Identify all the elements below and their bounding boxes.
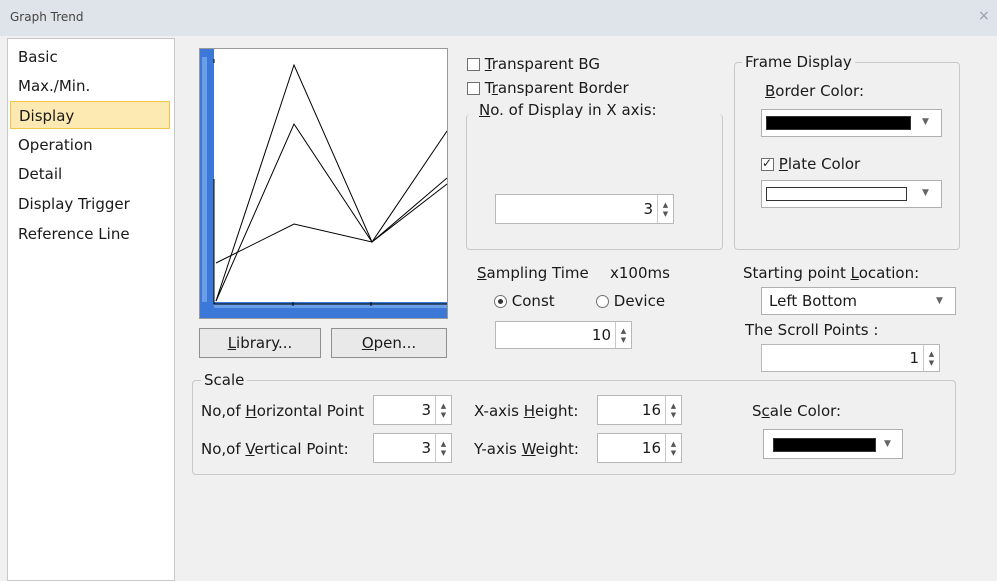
- sidebar-item-max-min[interactable]: Max./Min.: [10, 72, 170, 100]
- window-title: Graph Trend: [10, 10, 84, 24]
- sampling-unit: x100ms: [610, 264, 670, 282]
- sampling-device-option[interactable]: Device: [596, 292, 665, 310]
- spin-arrows-icon[interactable]: ▲ ▼: [435, 396, 451, 424]
- y-axis-weight-label: Y-axis Weight:: [474, 440, 579, 458]
- sidebar: Basic Max./Min. Display Operation Detail…: [7, 38, 175, 581]
- scroll-points-spinner[interactable]: 1 ▲ ▼: [761, 344, 940, 372]
- y-axis-weight-spinner[interactable]: 16 ▲ ▼: [597, 433, 682, 463]
- border-color-label: Border Color:: [765, 82, 865, 100]
- spin-arrows-icon[interactable]: ▲ ▼: [615, 322, 631, 348]
- sampling-time-value: 10: [591, 326, 611, 344]
- x-axis-height-spinner[interactable]: 16 ▲ ▼: [597, 395, 682, 425]
- x-axis-display-label: No. of Display in X axis:: [479, 101, 657, 119]
- title-bar: [0, 0, 997, 36]
- frame-display-legend: Frame Display: [742, 53, 855, 71]
- starting-point-select[interactable]: Left Bottom ▼: [761, 287, 956, 315]
- trend-preview: [199, 48, 448, 319]
- vertical-point-spinner[interactable]: 3 ▲ ▼: [373, 433, 452, 463]
- sidebar-item-basic[interactable]: Basic: [10, 43, 170, 71]
- y-axis-weight-value: 16: [641, 439, 661, 457]
- spin-arrows-icon[interactable]: ▲ ▼: [435, 434, 451, 462]
- sampling-const-option[interactable]: Const: [494, 292, 555, 310]
- spin-arrows-icon[interactable]: ▲ ▼: [657, 195, 673, 223]
- plate-color-picker[interactable]: ▼: [761, 180, 942, 208]
- library-button[interactable]: Library...: [199, 328, 321, 358]
- scale-color-picker[interactable]: ▼: [763, 429, 903, 459]
- sampling-time-label: Sampling Time: [477, 264, 589, 282]
- transparent-border-checkbox[interactable]: [467, 82, 480, 95]
- scale-legend: Scale: [201, 371, 248, 389]
- x-axis-height-label: X-axis Height:: [474, 402, 579, 420]
- plate-color-option[interactable]: Plate Color: [761, 155, 860, 173]
- spin-arrows-icon[interactable]: ▲ ▼: [923, 345, 939, 371]
- chevron-down-icon[interactable]: ▼: [884, 439, 891, 449]
- sidebar-item-display-trigger[interactable]: Display Trigger: [10, 190, 170, 218]
- scale-color-label: Scale Color:: [752, 402, 842, 420]
- plate-color-swatch: [766, 187, 907, 201]
- sampling-time-spinner[interactable]: 10 ▲ ▼: [495, 321, 632, 349]
- starting-point-label: Starting point Location:: [743, 264, 920, 282]
- x-axis-height-value: 16: [641, 401, 661, 419]
- scale-group: [192, 380, 956, 475]
- horizontal-point-value: 3: [421, 401, 431, 419]
- transparent-bg-option[interactable]: Transparent BG: [467, 55, 600, 73]
- horizontal-point-spinner[interactable]: 3 ▲ ▼: [373, 395, 452, 425]
- chevron-down-icon[interactable]: ▼: [922, 188, 929, 198]
- horizontal-point-label: No,of Horizontal Point: [201, 402, 365, 420]
- plate-color-checkbox[interactable]: [761, 156, 774, 171]
- starting-point-value: Left Bottom: [769, 292, 858, 310]
- x-axis-display-group: [466, 114, 723, 250]
- chevron-down-icon[interactable]: ▼: [936, 296, 943, 306]
- transparent-border-option[interactable]: Transparent Border: [467, 79, 629, 97]
- spin-arrows-icon[interactable]: ▲ ▼: [665, 434, 681, 462]
- vertical-point-label: No,of Vertical Point:: [201, 440, 349, 458]
- device-radio[interactable]: [596, 295, 609, 308]
- sidebar-item-display[interactable]: Display: [10, 101, 170, 129]
- x-axis-display-spinner[interactable]: 3 ▲ ▼: [495, 194, 674, 224]
- scroll-points-value: 1: [909, 349, 919, 367]
- spin-arrows-icon[interactable]: ▲ ▼: [665, 396, 681, 424]
- border-color-picker[interactable]: ▼: [761, 109, 942, 137]
- open-button[interactable]: Open...: [331, 328, 447, 358]
- sidebar-item-detail[interactable]: Detail: [10, 160, 170, 188]
- transparent-bg-checkbox[interactable]: [467, 58, 480, 71]
- sidebar-item-reference-line[interactable]: Reference Line: [10, 220, 170, 248]
- trend-preview-graph: [200, 49, 448, 318]
- scroll-points-label: The Scroll Points :: [745, 321, 879, 339]
- sidebar-item-operation[interactable]: Operation: [10, 131, 170, 159]
- vertical-point-value: 3: [421, 439, 431, 457]
- chevron-down-icon[interactable]: ▼: [922, 117, 929, 127]
- x-axis-display-value: 3: [643, 200, 653, 218]
- scale-color-swatch: [773, 438, 876, 452]
- border-color-swatch: [766, 116, 911, 130]
- const-radio[interactable]: [494, 295, 507, 308]
- close-icon[interactable]: ×: [978, 8, 990, 24]
